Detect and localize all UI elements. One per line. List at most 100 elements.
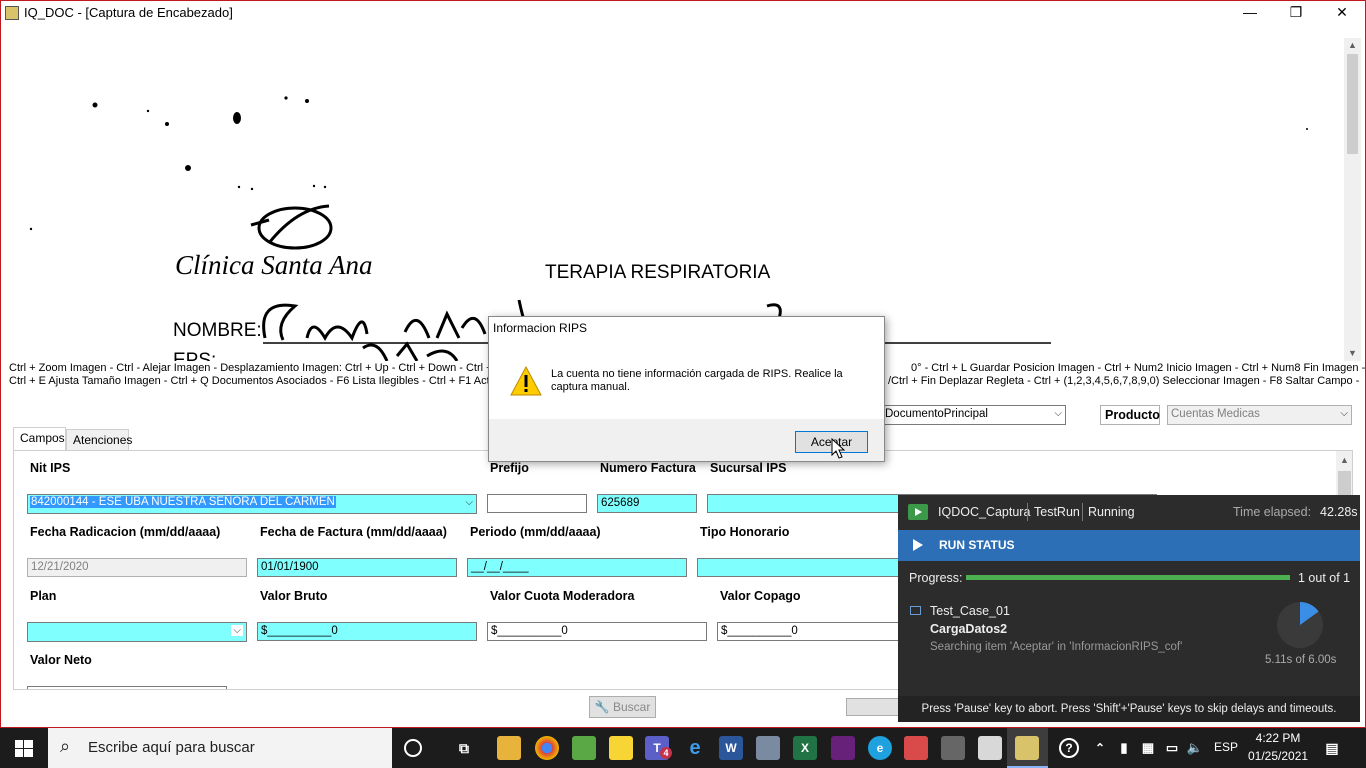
valor-copago-input[interactable]: $__________0	[717, 622, 917, 641]
app-icon-generic[interactable]	[756, 736, 780, 760]
nit-ips-select[interactable]: 842000144 - ESE UBA NUESTRA SEÑORA DEL C…	[27, 494, 477, 514]
nit-ips-label: Nit IPS	[30, 461, 71, 475]
app-icon	[5, 6, 19, 20]
chrome-icon[interactable]	[535, 736, 559, 760]
prefijo-label: Prefijo	[490, 461, 529, 475]
producto-select[interactable]: Cuentas Medicas ⌵	[1167, 405, 1352, 425]
elapsed-value: 42.28s	[1320, 505, 1358, 519]
teams-icon[interactable]: T4	[645, 736, 672, 760]
app-window-icon[interactable]	[978, 736, 1002, 760]
fecha-radicacion-label: Fecha Radicacion (mm/dd/aaaa)	[30, 525, 221, 539]
fecha-factura-input[interactable]: 01/01/1900	[257, 558, 457, 577]
scroll-up-arrow-icon[interactable]: ▲	[1344, 40, 1361, 50]
producto-label: Producto	[1100, 405, 1160, 425]
plan-select[interactable]: ⌵	[27, 622, 247, 642]
run-status-bar[interactable]: RUN STATUS	[898, 530, 1360, 561]
display-icon[interactable]: ▭	[1160, 736, 1184, 760]
periodo-input[interactable]: __/__/____	[467, 558, 687, 577]
cortana-icon[interactable]	[404, 739, 422, 757]
run-app-name: IQDOC_Captura	[938, 505, 1031, 519]
taskbar-search-box[interactable]: ⌕ Escribe aquí para buscar	[48, 728, 392, 768]
test-case-icon	[910, 606, 921, 615]
dialog-message: La cuenta no tiene información cargada d…	[551, 368, 843, 393]
internet-explorer-icon[interactable]: e	[683, 736, 707, 760]
ranorex-spy-icon[interactable]	[904, 736, 928, 760]
clock-date[interactable]: 01/25/2021	[1248, 749, 1308, 763]
plan-label: Plan	[30, 589, 57, 603]
scanned-document: Clínica Santa Ana TERAPIA RESPIRATORIA N…	[29, 96, 1308, 361]
scroll-down-arrow-icon[interactable]: ▼	[1344, 348, 1361, 358]
play-icon	[913, 539, 923, 551]
scroll-up-arrow-icon[interactable]: ▲	[1336, 455, 1352, 465]
help-icon[interactable]: ?	[1059, 738, 1079, 758]
document-image-viewer[interactable]: Clínica Santa Ana TERAPIA RESPIRATORIA N…	[7, 38, 1343, 361]
mouse-cursor-icon	[831, 438, 845, 459]
tipo-honorario-select[interactable]	[697, 558, 917, 577]
word-icon[interactable]: W	[719, 736, 743, 760]
run-state: Running	[1088, 505, 1135, 519]
run-name: TestRun	[1034, 505, 1080, 519]
periodo-label: Periodo (mm/dd/aaaa)	[470, 525, 601, 539]
prefijo-input[interactable]	[487, 494, 587, 513]
valor-neto-input[interactable]	[27, 686, 227, 689]
shortcut-hint-line-1: Ctrl + Zoom Imagen - Ctrl - Alejar Image…	[9, 362, 508, 374]
edge-icon[interactable]: e	[868, 736, 892, 760]
sticky-notes-icon[interactable]	[609, 736, 633, 760]
shortcut-hint-line-1-right: 0° - Ctrl + L Guardar Posicion Imagen - …	[911, 362, 1366, 374]
current-activity: Searching item 'Aceptar' in 'Informacion…	[930, 641, 1183, 653]
windows-start-icon[interactable]	[15, 740, 33, 757]
maximize-button[interactable]: ❐	[1273, 1, 1319, 25]
valor-bruto-input[interactable]: $__________0	[257, 622, 477, 641]
chevron-down-icon: ⌵	[465, 497, 473, 508]
progress-bar	[966, 575, 1290, 580]
task-view-icon[interactable]: ⧉	[452, 736, 476, 760]
shortcut-hint-line-2: Ctrl + E Ajusta Tamaño Imagen - Ctrl + Q…	[9, 375, 493, 387]
valor-cuota-label: Valor Cuota Moderadora	[490, 589, 635, 603]
minimize-button[interactable]: —	[1227, 1, 1273, 25]
scrollbar-thumb[interactable]	[1347, 54, 1358, 154]
numero-factura-label: Numero Factura	[600, 461, 696, 475]
shortcut-hint-line-2-right: /Ctrl + Fin Deplazar Regleta - Ctrl + (1…	[888, 375, 1360, 387]
valor-cuota-input[interactable]: $__________0	[487, 622, 707, 641]
numero-factura-input[interactable]: 625689	[597, 494, 697, 513]
title-bar: IQ_DOC - [Captura de Encabezado] — ❐ ✕	[1, 1, 1365, 25]
close-button[interactable]: ✕	[1319, 1, 1365, 25]
document-type-select[interactable]: DocumentoPrincipal ⌵	[881, 405, 1066, 425]
dialog-title: Informacion RIPS	[493, 321, 588, 335]
file-explorer-icon[interactable]	[497, 736, 521, 760]
image-vertical-scrollbar[interactable]: ▲ ▼	[1344, 38, 1361, 361]
dialog-footer: Aceptar	[489, 419, 884, 461]
progress-text: 1 out of 1	[1298, 571, 1351, 585]
timer-pie-icon	[1277, 602, 1323, 648]
clock-time[interactable]: 4:22 PM	[1255, 731, 1301, 745]
sucursal-ips-label: Sucursal IPS	[710, 461, 787, 475]
buscar-button[interactable]: 🔧 Buscar	[589, 696, 656, 718]
document-type-value: DocumentoPrincipal	[885, 408, 988, 420]
chevron-down-icon: ⌵	[1340, 408, 1348, 419]
visual-studio-icon[interactable]	[831, 736, 855, 760]
chevron-up-icon[interactable]: ⌃	[1088, 736, 1112, 760]
window-title: IQ_DOC - [Captura de Encabezado]	[24, 5, 233, 20]
input-language[interactable]: ESP	[1214, 740, 1238, 754]
network-icon[interactable]: ▦	[1136, 736, 1160, 760]
secondary-button[interactable]	[846, 698, 906, 716]
teams-badge: 4	[660, 747, 672, 759]
chevron-down-icon: ⌵	[1054, 408, 1062, 419]
nit-ips-value: 842000144 - ESE UBA NUESTRA SEÑORA DEL C…	[30, 496, 336, 508]
run-header: IQDOC_Captura TestRun Running Time elaps…	[898, 495, 1360, 530]
document-nombre-label: NOMBRE:	[173, 320, 262, 341]
tab-atenciones[interactable]: Atenciones	[66, 429, 132, 450]
microphone-icon[interactable]: ▮	[1112, 736, 1136, 760]
tab-campos[interactable]: Campos	[13, 427, 66, 450]
fecha-factura-label: Fecha de Factura (mm/dd/aaaa)	[260, 525, 447, 539]
iqdoc-icon	[1015, 736, 1039, 760]
user-manager-icon[interactable]	[941, 736, 965, 760]
valor-copago-label: Valor Copago	[720, 589, 801, 603]
excel-icon[interactable]: X	[793, 736, 817, 760]
wrench-icon: 🔧	[594, 700, 610, 714]
ranorex-studio-icon[interactable]	[572, 736, 596, 760]
iqdoc-taskbar-item[interactable]	[1007, 728, 1048, 768]
fecha-radicacion-input[interactable]: 12/21/2020	[27, 558, 247, 577]
notifications-icon[interactable]: ▤	[1320, 736, 1344, 760]
volume-icon[interactable]: 🔈	[1183, 736, 1207, 760]
